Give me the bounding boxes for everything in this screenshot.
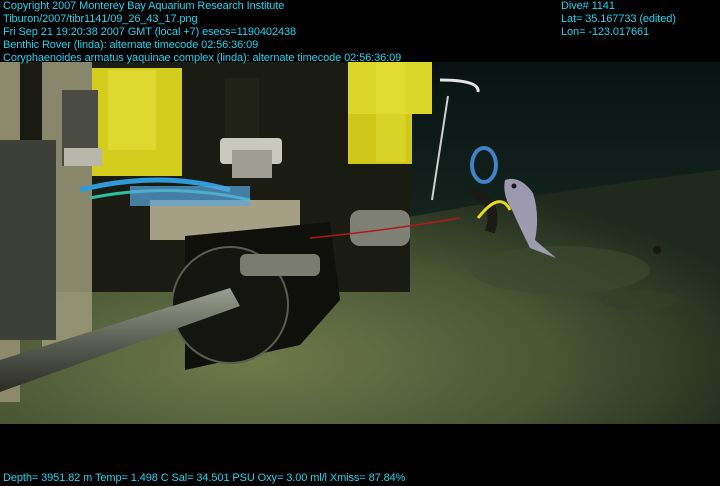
seafloor-video-frame — [0, 0, 720, 486]
overlay-timestamp: Fri Sep 21 19:20:38 2007 GMT (local +7) … — [3, 26, 297, 38]
overlay-top-right: Dive# 1141 Lat= 35.167733 (edited) Lon= … — [561, 0, 676, 39]
overlay-dive-number: Dive# 1141 — [561, 0, 615, 12]
overlay-annotation-species: Coryphaenoides armatus yaquinae complex … — [3, 52, 402, 64]
overlay-annotation-rover: Benthic Rover (linda): alternate timecod… — [3, 39, 259, 51]
overlay-telemetry: Depth= 3951.82 m Temp= 1.498 C Sal= 34.5… — [3, 472, 406, 484]
overlay-copyright: Copyright 2007 Monterey Bay Aquarium Res… — [3, 0, 285, 12]
overlay-filename: Tiburon/2007/tibr1141/09_26_43_17.png — [3, 13, 198, 25]
overlay-top-left: Copyright 2007 Monterey Bay Aquarium Res… — [3, 0, 401, 65]
overlay-latitude: Lat= 35.167733 (edited) — [561, 13, 676, 25]
overlay-longitude: Lon= -123.017661 — [561, 26, 650, 38]
